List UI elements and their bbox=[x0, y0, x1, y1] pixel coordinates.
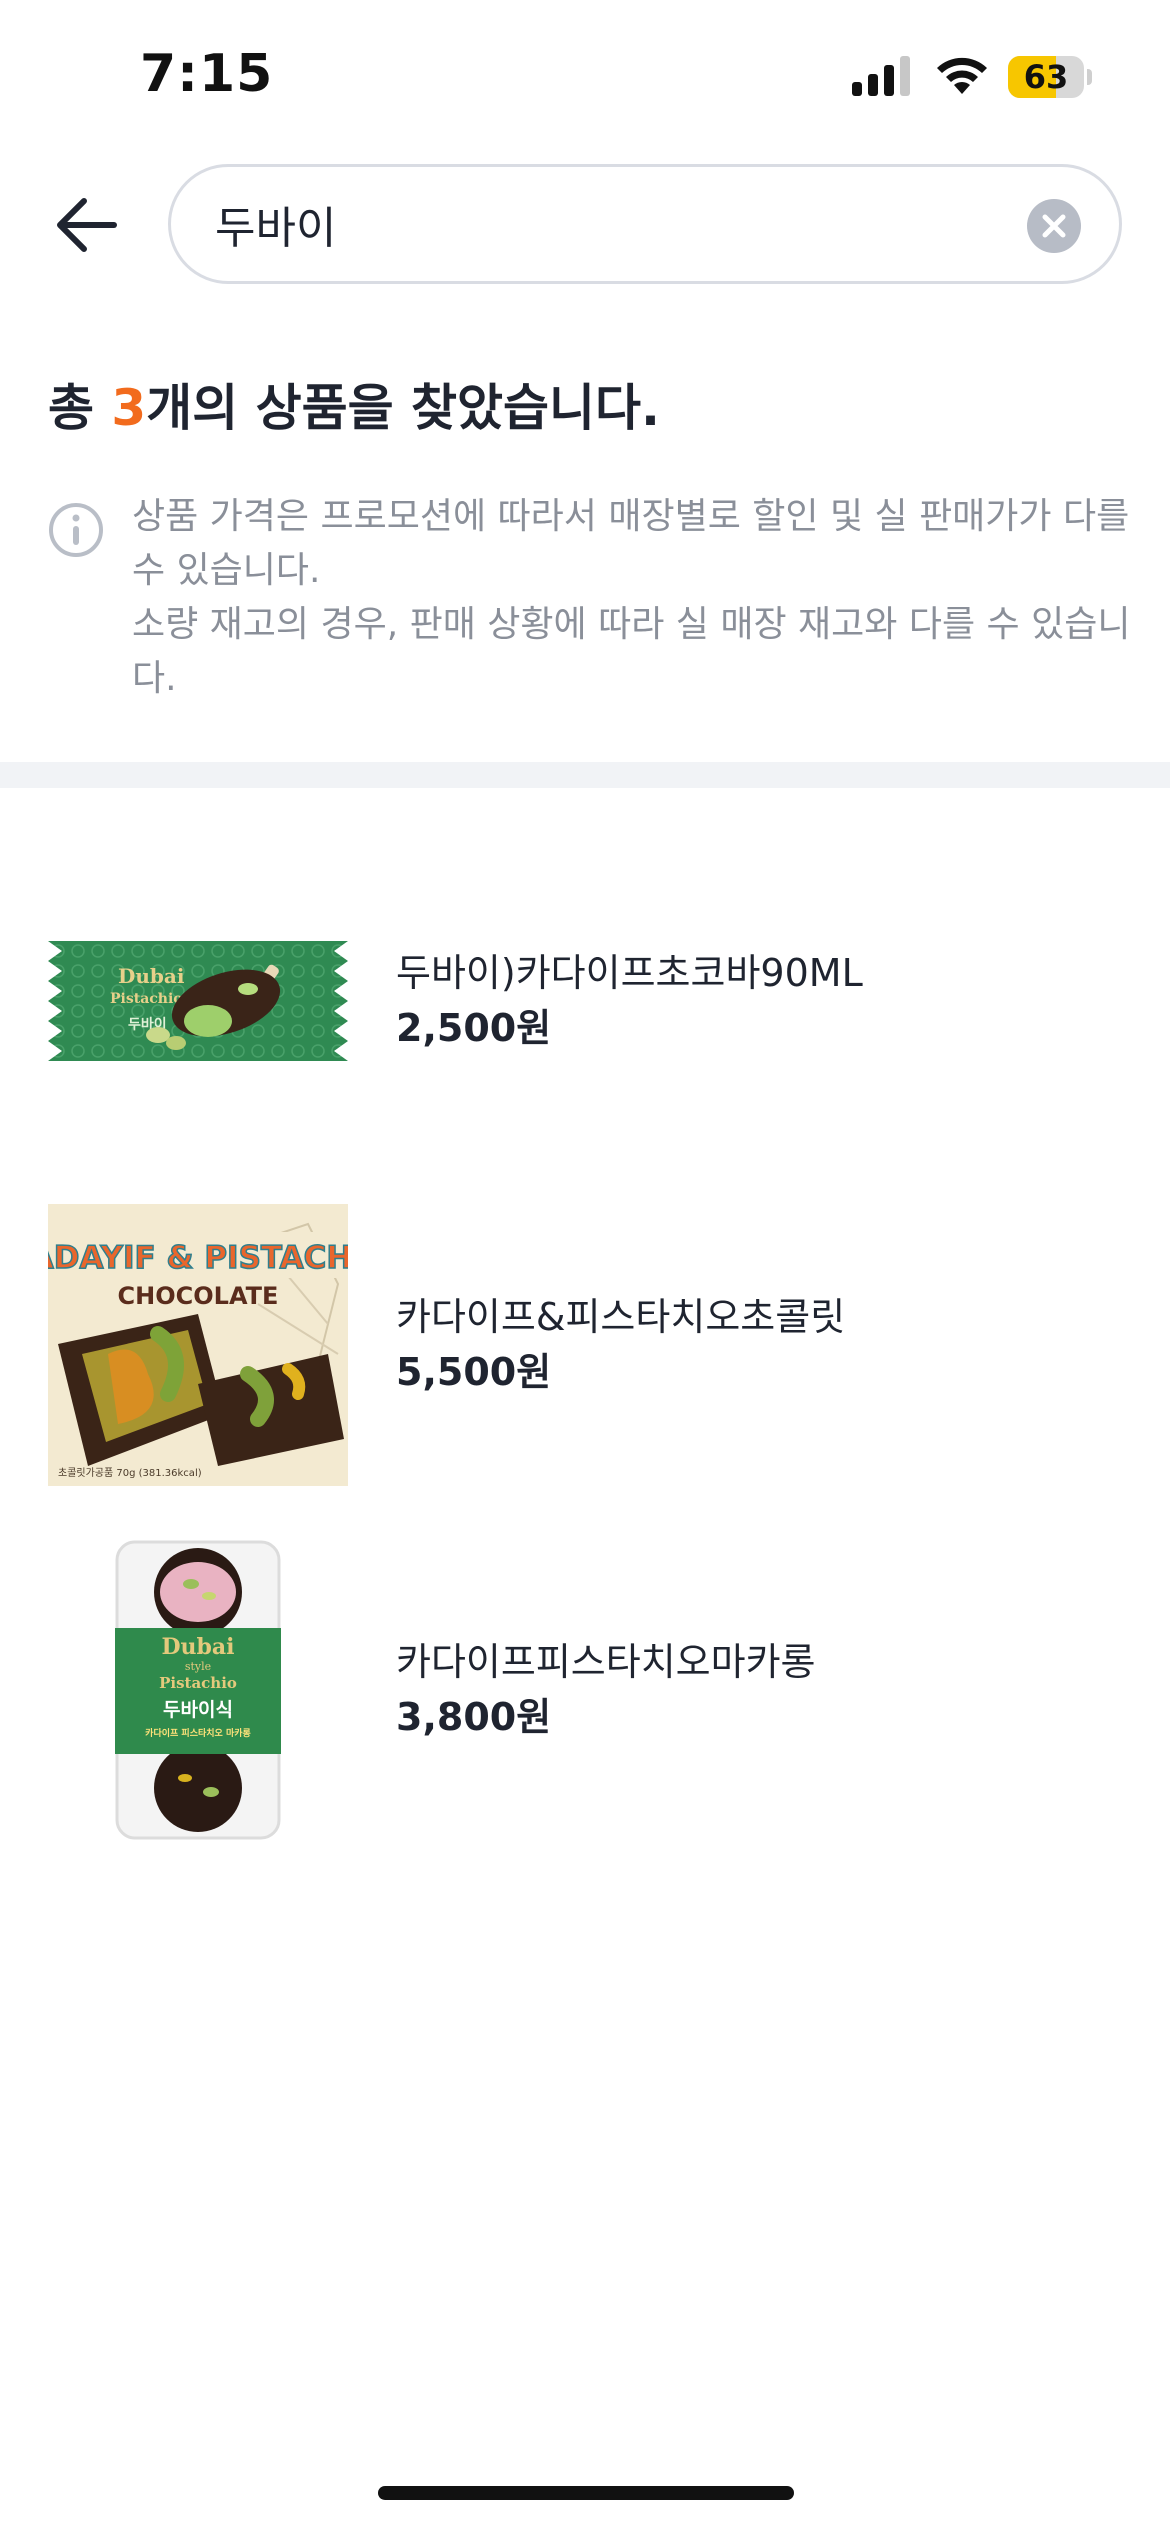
notice-line-1: 상품 가격은 프로모션에 따라서 매장별로 할인 및 실 판매가가 다를 수 있… bbox=[132, 496, 1130, 591]
product-price: 5,500원 bbox=[396, 1350, 552, 1394]
svg-text:CHOCOLATE: CHOCOLATE bbox=[118, 1282, 279, 1310]
battery-icon: 63 bbox=[1008, 56, 1092, 98]
product-item[interactable]: Dubai Pistachio 두바이 두바이)카다이프초코바90ML 2,50… bbox=[48, 856, 1128, 1146]
status-bar: 7:15 63 bbox=[0, 0, 1170, 150]
product-info: 카다이프피스타치오마카롱 3,800원 bbox=[396, 1545, 816, 1835]
product-price: 3,800원 bbox=[396, 1695, 552, 1739]
svg-text:style: style bbox=[185, 1660, 211, 1673]
signal-icon bbox=[852, 56, 910, 96]
product-item[interactable]: Dubai style Pistachio 두바이식 카다이프 피스타치오 마카… bbox=[48, 1540, 1128, 1840]
clear-circle-icon bbox=[1042, 214, 1066, 238]
product-name: 두바이)카다이프초코바90ML bbox=[396, 951, 863, 995]
product-price: 2,500원 bbox=[396, 1006, 552, 1050]
search-input[interactable] bbox=[215, 167, 975, 281]
product-name: 카다이프&피스타치오초콜릿 bbox=[396, 1295, 846, 1339]
svg-text:Pistachio: Pistachio bbox=[159, 1674, 237, 1692]
product-image: KADAYIF & PISTACHIO CHOCOLATE 초콜릿가공품 70g… bbox=[48, 1200, 348, 1490]
svg-text:Pistachio: Pistachio bbox=[110, 991, 183, 1007]
result-count: 3 bbox=[111, 379, 147, 437]
product-item[interactable]: KADAYIF & PISTACHIO CHOCOLATE 초콜릿가공품 70g… bbox=[48, 1200, 1128, 1490]
status-time: 7:15 bbox=[140, 44, 274, 104]
product-info: 두바이)카다이프초코바90ML 2,500원 bbox=[396, 856, 863, 1146]
result-heading: 총 3개의 상품을 찾았습니다. bbox=[48, 368, 660, 440]
product-info: 카다이프&피스타치오초콜릿 5,500원 bbox=[396, 1200, 845, 1490]
product-image-banner: KADAYIF & PISTACHIO bbox=[48, 1240, 348, 1276]
product-image-brand: Dubai bbox=[161, 1634, 234, 1660]
svg-text:두바이식: 두바이식 bbox=[163, 1699, 233, 1721]
product-image: Dubai Pistachio 두바이 bbox=[48, 856, 348, 1146]
section-divider bbox=[0, 762, 1170, 788]
product-image-brand: Dubai bbox=[118, 964, 185, 988]
product-image: Dubai style Pistachio 두바이식 카다이프 피스타치오 마카… bbox=[48, 1540, 348, 1840]
result-suffix: 개의 상품을 찾았습니다. bbox=[146, 379, 661, 437]
arrow-left-icon bbox=[57, 198, 117, 252]
home-indicator[interactable] bbox=[378, 2486, 794, 2500]
back-button[interactable] bbox=[40, 180, 130, 270]
search-box bbox=[168, 164, 1122, 284]
clear-search-button[interactable] bbox=[1027, 199, 1081, 253]
notice-text: 상품 가격은 프로모션에 따라서 매장별로 할인 및 실 판매가가 다를 수 있… bbox=[132, 490, 1132, 706]
notice-line-2: 소량 재고의 경우, 판매 상황에 따라 실 매장 재고와 다를 수 있습니다. bbox=[132, 604, 1131, 699]
svg-text:카다이프 피스타치오 마카롱: 카다이프 피스타치오 마카롱 bbox=[145, 1727, 251, 1739]
result-prefix: 총 bbox=[48, 379, 112, 437]
battery-level: 63 bbox=[1023, 58, 1069, 96]
svg-text:초콜릿가공품 70g (381.36kcal): 초콜릿가공품 70g (381.36kcal) bbox=[58, 1467, 202, 1479]
product-name: 카다이프피스타치오마카롱 bbox=[396, 1640, 816, 1684]
wifi-icon bbox=[937, 57, 987, 94]
info-icon bbox=[49, 503, 103, 557]
